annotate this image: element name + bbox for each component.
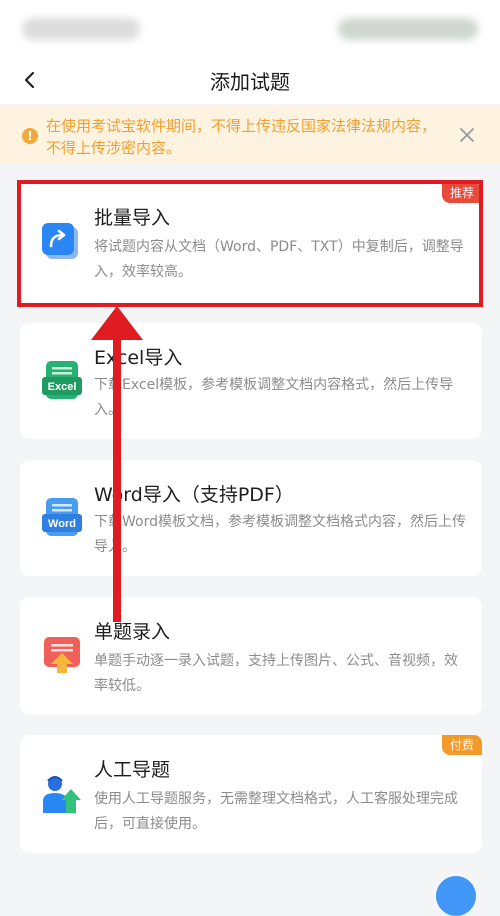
batch-import-icon xyxy=(42,223,80,261)
close-icon xyxy=(460,128,474,142)
card-word-import[interactable]: Word Word导入（支持PDF） 下载Word模板文档，参考模板调整文档格式… xyxy=(20,460,482,576)
word-icon-label: Word xyxy=(48,518,76,530)
notice-text: 在使用考试宝软件期间，不得上传违反国家法律法规内容，不得上传涉密内容。 xyxy=(46,117,437,157)
card-excel-import[interactable]: Excel Excel导入 下载Excel模板，参考模板调整文档内容格式，然后上… xyxy=(20,323,482,439)
single-entry-icon xyxy=(42,637,80,675)
card-desc: 单题手动逐一录入试题，支持上传图片、公式、音视频，效率较低。 xyxy=(94,653,458,694)
notice-banner: ! 在使用考试宝软件期间，不得上传违反国家法律法规内容，不得上传涉密内容。 xyxy=(0,106,500,164)
warning-icon: ! xyxy=(22,128,38,144)
manual-import-icon xyxy=(42,775,81,813)
floating-action-button[interactable] xyxy=(436,876,476,916)
status-bar-left-blurred xyxy=(22,18,140,40)
status-bar-right-blurred xyxy=(338,18,478,40)
card-desc: 使用人工导题服务，无需整理文档格式，人工客服处理完成后，可直接使用。 xyxy=(94,791,458,832)
card-desc: 下载Word模板文档，参考模板调整文档格式内容，然后上传导入。 xyxy=(94,514,466,555)
card-title: 批量导入 xyxy=(94,207,171,229)
nav-bar: 添加试题 xyxy=(0,56,500,104)
card-desc: 下载Excel模板，参考模板调整文档内容格式，然后上传导入。 xyxy=(94,377,454,418)
card-title: Word导入（支持PDF） xyxy=(94,484,294,506)
status-bar xyxy=(0,0,500,56)
card-manual-import[interactable]: 付费 人工导题 使用人工导题服务，无需整理文档格式，人工客服处理完成后，可直接使… xyxy=(20,735,482,853)
excel-icon-label: Excel xyxy=(48,381,77,393)
notice-close-button[interactable] xyxy=(456,124,478,146)
recommend-badge: 推荐 xyxy=(441,183,482,203)
card-title: Excel导入 xyxy=(94,347,183,369)
card-title: 人工导题 xyxy=(94,759,171,781)
page-title: 添加试题 xyxy=(210,70,290,94)
excel-icon: Excel xyxy=(42,361,82,399)
card-desc: 将试题内容从文档（Word、PDF、TXT）中复制后，调整导入，效率较高。 xyxy=(94,239,464,280)
word-icon: Word xyxy=(42,498,82,536)
card-single-entry[interactable]: 单题录入 单题手动逐一录入试题，支持上传图片、公式、音视频，效率较低。 xyxy=(20,597,482,715)
card-title: 单题录入 xyxy=(94,621,171,643)
paid-badge: 付费 xyxy=(441,735,482,755)
card-batch-import[interactable]: 推荐 批量导入 将试题内容从文档（Word、PDF、TXT）中复制后，调整导入，… xyxy=(20,183,482,303)
